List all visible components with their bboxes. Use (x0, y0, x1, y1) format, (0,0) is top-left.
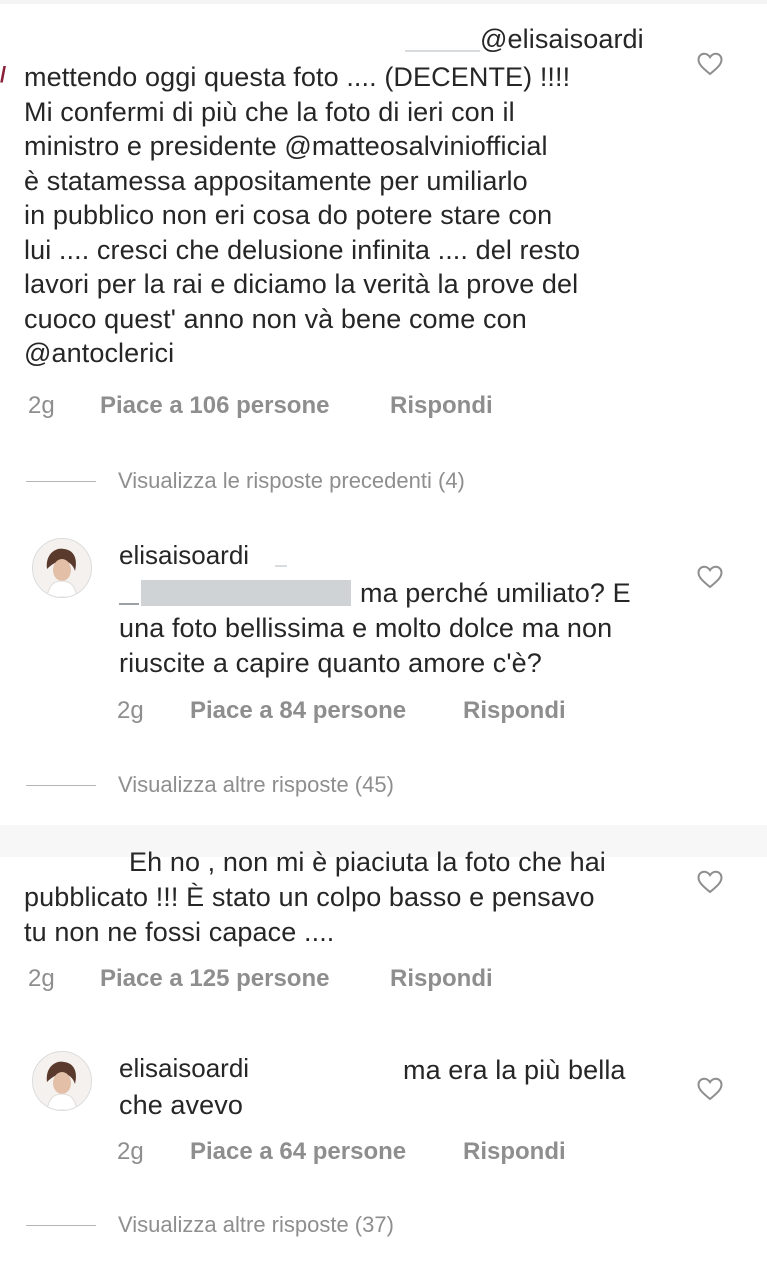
top-stripe (0, 0, 767, 4)
reply2-text-rest: che avevo (119, 1090, 243, 1120)
comment1-likes[interactable]: Piace a 106 persone (100, 392, 329, 420)
view-more-replies-2[interactable]: Visualizza altre risposte (37) (26, 1212, 394, 1238)
reply2-text-first: ma era la più bella (403, 1055, 626, 1085)
comment1-reply-button[interactable]: Rispondi (390, 392, 493, 420)
comment-line: riuscite a capire quanto amore c'è? (119, 647, 542, 678)
comment-line: in pubblico non eri cosa do potere stare… (24, 200, 553, 230)
profile-avatar-icon[interactable] (32, 538, 92, 598)
view-more-label[interactable]: Visualizza altre risposte (45) (118, 772, 394, 798)
profile-avatar-icon[interactable] (32, 1051, 92, 1111)
comment1-mention[interactable]: @elisaisoardi (480, 22, 644, 57)
comment-line: ministro e presidente @matteosalvinioffi… (24, 131, 548, 161)
view-more-replies-1[interactable]: Visualizza altre risposte (45) (26, 772, 394, 798)
divider-line (26, 784, 96, 786)
comment-line: Mi confermi di più che la foto di ieri c… (24, 96, 515, 127)
reply2-reply-button[interactable]: Rispondi (463, 1138, 566, 1166)
comment-line: è statamessa appositamente per umiliarlo (24, 165, 528, 196)
comment2-text-rest: pubblicato !!! È stato un colpo basso e … (24, 880, 595, 949)
redacted-underscore (119, 603, 139, 605)
likes-count-label[interactable]: Piace a 84 persone (190, 697, 406, 724)
likes-count-label[interactable]: Piace a 106 persone (100, 392, 329, 419)
reply-label[interactable]: Rispondi (390, 392, 493, 419)
comment-line: @antoclerici (24, 338, 175, 368)
view-more-label[interactable]: Visualizza altre risposte (37) (118, 1212, 394, 1238)
reply2-likes[interactable]: Piace a 64 persone (190, 1138, 406, 1166)
comment-line: cuoco quest' anno non và bene come con (24, 303, 527, 334)
divider-line (26, 1224, 96, 1226)
reply1-reply-button[interactable]: Rispondi (463, 697, 566, 725)
like-heart-icon[interactable] (697, 1077, 723, 1101)
comment2-likes[interactable]: Piace a 125 persone (100, 965, 329, 993)
reply2-username[interactable]: elisaisoardi (119, 1053, 249, 1084)
comment-line: tu non ne fossi capace .... (24, 916, 335, 947)
view-previous-replies[interactable]: Visualizza le risposte precedenti (4) (26, 468, 465, 494)
comment-line: lavori per la rai e diciamo la verità la… (24, 269, 579, 299)
comment-line: mettendo oggi questa foto .... (DECENTE)… (24, 62, 571, 92)
likes-count-label[interactable]: Piace a 125 persone (100, 965, 329, 992)
comment1-text: mettendo oggi questa foto .... (DECENTE)… (24, 60, 580, 371)
reply1-text-first: ma perché umiliato? E (360, 578, 631, 608)
comment2-reply-button[interactable]: Rispondi (390, 965, 493, 993)
comment2-time: 2g (28, 965, 55, 992)
likes-count-label[interactable]: Piace a 64 persone (190, 1138, 406, 1165)
reply-label[interactable]: Rispondi (463, 697, 566, 724)
comment-line: una foto bellissima e molto dolce ma non (119, 613, 613, 643)
comment2-text-first: Eh no , non mi è piaciuta la foto che ha… (129, 847, 606, 877)
reply1-likes[interactable]: Piace a 84 persone (190, 697, 406, 725)
reply-label[interactable]: Rispondi (463, 1138, 566, 1165)
like-heart-icon[interactable] (697, 870, 723, 894)
reply-label[interactable]: Rispondi (390, 965, 493, 992)
reply1-time: 2g (117, 697, 144, 724)
redacted-mention-box (141, 580, 351, 606)
crop-edge-mark: / (0, 62, 7, 87)
comments-page: / @elisaisoardi mettendo oggi questa fot… (0, 0, 767, 1266)
view-previous-label[interactable]: Visualizza le risposte precedenti (4) (118, 468, 465, 494)
like-heart-icon[interactable] (697, 565, 723, 589)
divider-line (26, 480, 96, 482)
redacted-tick (275, 565, 287, 567)
comment-line: lui .... cresci che delusione infinita .… (24, 234, 581, 265)
reply1-text-rest: una foto bellissima e molto dolce ma non… (119, 611, 612, 680)
comment-line: pubblicato !!! È stato un colpo basso e … (24, 882, 595, 912)
like-heart-icon[interactable] (697, 52, 723, 76)
reply1-username[interactable]: elisaisoardi (119, 540, 249, 571)
reply2-time: 2g (117, 1138, 144, 1165)
comment1-time: 2g (28, 392, 55, 419)
redacted-name-bar (405, 50, 480, 52)
